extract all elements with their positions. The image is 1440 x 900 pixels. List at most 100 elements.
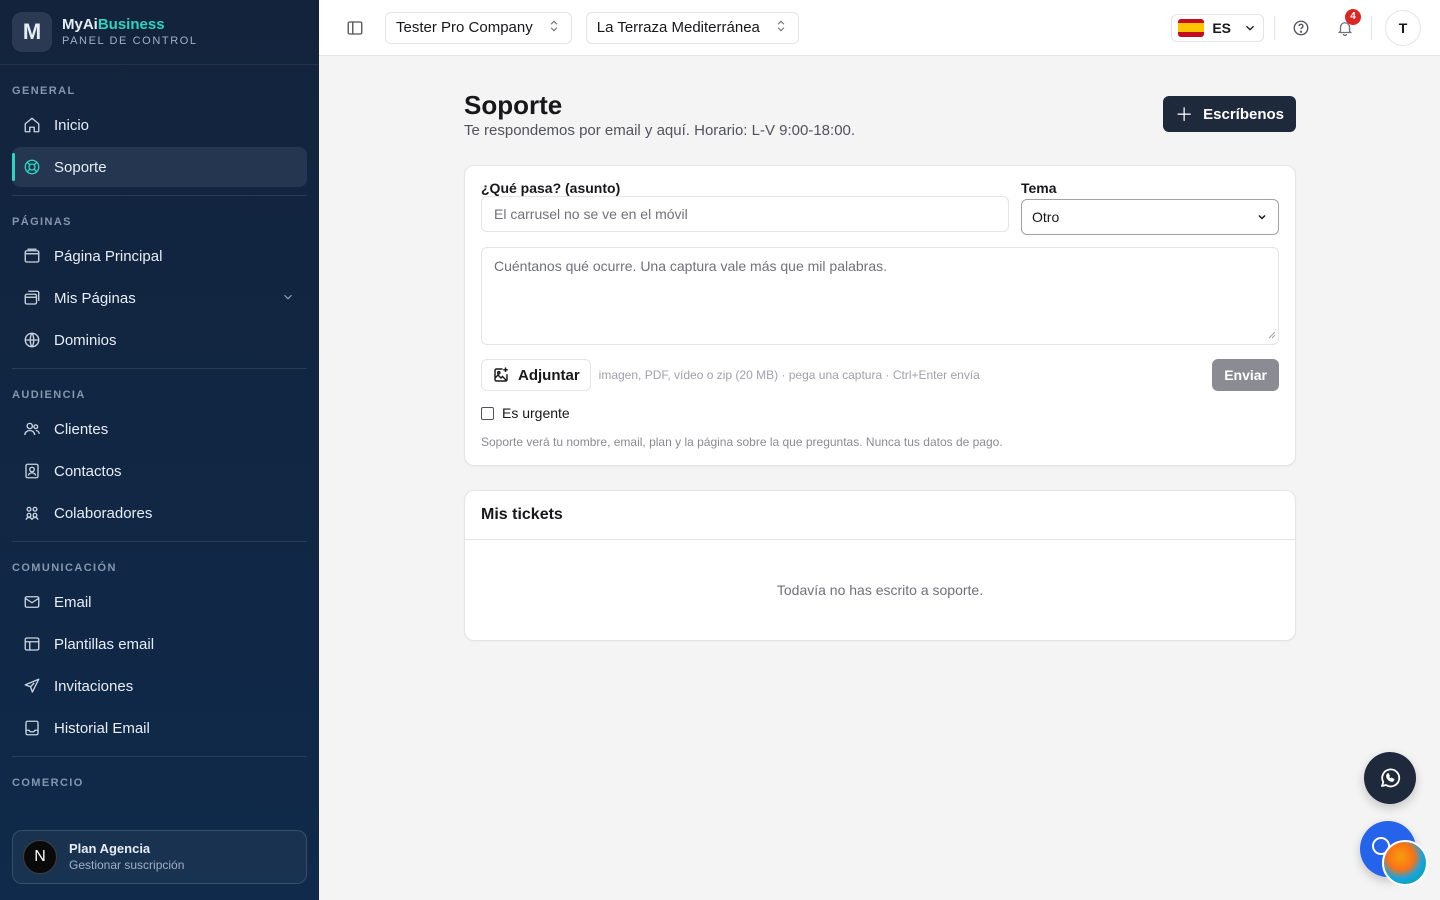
sidebar-item-label: Contactos: [54, 462, 122, 480]
language-code: ES: [1212, 19, 1231, 36]
section-title-paginas: PÁGINAS: [12, 216, 72, 228]
sidebar-item-clientes[interactable]: Clientes: [12, 409, 307, 449]
language-selector[interactable]: ES: [1171, 13, 1264, 42]
sidebar-nav: GENERAL Inicio Soporte PÁGINAS Página Pr…: [0, 65, 319, 795]
page-subtitle: Te respondemos por email y aquí. Horario…: [464, 122, 856, 139]
subject-group: ¿Qué pasa? (asunto) El carrusel no se ve…: [481, 180, 1009, 235]
user-avatar[interactable]: T: [1386, 10, 1420, 45]
plan-name: Plan Agencia: [69, 841, 151, 856]
topbar: Tester Pro Company La Terraza Mediterrán…: [319, 0, 1440, 56]
chevron-down-icon[interactable]: [281, 290, 295, 308]
template-icon: [22, 634, 42, 654]
chevron-down-icon: [1256, 211, 1268, 223]
main-content: Soporte Te respondemos por email y aquí.…: [464, 56, 1296, 641]
sidebar-item-label: Página Principal: [54, 247, 163, 265]
page-heading: Soporte Te respondemos por email y aquí.…: [464, 90, 855, 139]
sidebar-item-label: Historial Email: [54, 719, 150, 737]
plan-avatar: N: [23, 840, 57, 874]
sidebar-item-label: Email: [54, 593, 92, 611]
sidebar-item-plantillas-email[interactable]: Plantillas email: [12, 624, 307, 664]
sidebar-item-inicio[interactable]: Inicio: [12, 105, 307, 145]
sidebar-item-label: Plantillas email: [54, 635, 155, 653]
notifications-button[interactable]: 4: [1329, 8, 1361, 44]
plus-icon: ＋: [1175, 105, 1194, 125]
pages-icon: [22, 288, 42, 308]
page-title: Soporte: [464, 90, 563, 120]
whatsapp-icon: [1378, 766, 1402, 790]
urgent-checkbox[interactable]: [481, 406, 494, 420]
message-placeholder: Cuéntanos qué ocurre. Una captura vale m…: [494, 258, 887, 274]
inbox-icon: [22, 718, 42, 738]
plan-card[interactable]: N Plan Agencia Gestionar suscripción: [12, 830, 307, 884]
topic-select[interactable]: Otro: [1021, 199, 1279, 235]
site-selector[interactable]: La Terraza Mediterránea: [585, 11, 799, 44]
lifebuoy-icon: [22, 157, 42, 177]
attach-row: Adjuntar imagen, PDF, vídeo o zip (20 MB…: [481, 359, 1279, 391]
chat-agent-avatar[interactable]: [1382, 840, 1428, 886]
section-title-audiencia: AUDIENCIA: [12, 389, 86, 401]
help-icon[interactable]: [1285, 12, 1317, 44]
urgent-row: Es urgente: [481, 405, 1279, 421]
send-icon: [22, 676, 42, 696]
brand-logo: M: [12, 12, 52, 52]
company-selector[interactable]: Tester Pro Company: [385, 11, 572, 44]
topic-select-value: Otro: [1032, 209, 1060, 225]
topic-group: Tema Otro: [1021, 180, 1279, 235]
support-form: ¿Qué pasa? (asunto) El carrusel no se ve…: [464, 165, 1296, 466]
attach-hint: imagen, PDF, vídeo o zip (20 MB) · pega …: [598, 368, 980, 382]
sidebar-toggle-icon[interactable]: [339, 12, 371, 44]
notification-badge: 4: [1345, 8, 1361, 25]
sidebar-item-contactos[interactable]: Contactos: [12, 451, 307, 491]
team-icon: [22, 503, 42, 523]
sidebar-item-dominios[interactable]: Dominios: [12, 320, 307, 360]
chevron-up-down-icon: [547, 19, 561, 37]
globe-icon: [22, 330, 42, 350]
attach-label: Adjuntar: [518, 366, 580, 384]
sidebar-item-label: Clientes: [54, 420, 109, 438]
subject-label: ¿Qué pasa? (asunto): [481, 180, 621, 196]
divider: [1371, 15, 1372, 40]
image-plus-icon: [492, 366, 510, 384]
sidebar-item-colaboradores[interactable]: Colaboradores: [12, 493, 307, 533]
section-title-general: GENERAL: [12, 85, 76, 97]
privacy-note: Soporte verá tu nombre, email, plan y la…: [481, 435, 1003, 449]
sidebar-item-historial-email[interactable]: Historial Email: [12, 708, 307, 748]
sidebar-item-label: Soporte: [54, 158, 107, 176]
brand-name: MyAiBusiness: [62, 16, 198, 34]
contact-book-icon: [22, 461, 42, 481]
sidebar-item-soporte[interactable]: Soporte: [12, 147, 307, 187]
urgent-label[interactable]: Es urgente: [502, 405, 570, 421]
subject-input[interactable]: El carrusel no se ve en el móvil: [481, 196, 1009, 232]
brand-name-part2: Business: [97, 16, 165, 33]
sidebar-item-email[interactable]: Email: [12, 582, 307, 622]
sidebar-item-invitaciones[interactable]: Invitaciones: [12, 666, 307, 706]
section-title-comunicacion: COMUNICACIÓN: [12, 562, 117, 574]
brand-name-part1: MyAi: [62, 16, 98, 33]
resize-grip-icon[interactable]: [1266, 326, 1276, 342]
sidebar-item-label: Inicio: [54, 116, 90, 134]
brand[interactable]: M MyAiBusiness PANEL DE CONTROL: [0, 0, 319, 65]
write-to-us-label: Escríbenos: [1203, 105, 1284, 123]
message-textarea[interactable]: Cuéntanos qué ocurre. Una captura vale m…: [481, 247, 1279, 345]
sidebar-item-label: Dominios: [54, 331, 117, 349]
form-row: ¿Qué pasa? (asunto) El carrusel no se ve…: [481, 180, 1279, 235]
spain-flag-icon: [1178, 18, 1205, 37]
page-header: Soporte Te respondemos por email y aquí.…: [464, 90, 1296, 139]
sidebar-item-pagina-principal[interactable]: Página Principal: [12, 236, 307, 276]
whatsapp-button[interactable]: [1364, 752, 1416, 804]
section-title-comercio: COMERCIO: [12, 777, 84, 789]
users-icon: [22, 419, 42, 439]
attach-button[interactable]: Adjuntar: [481, 359, 591, 391]
sidebar-item-label: Mis Páginas: [54, 289, 136, 307]
send-button[interactable]: Enviar: [1212, 359, 1279, 391]
tickets-card: Mis tickets Todavía no has escrito a sop…: [464, 490, 1296, 641]
brand-subtitle: PANEL DE CONTROL: [62, 35, 198, 47]
company-selector-label: Tester Pro Company: [396, 19, 533, 36]
sidebar: M MyAiBusiness PANEL DE CONTROL GENERAL …: [0, 0, 319, 900]
site-selector-label: La Terraza Mediterránea: [596, 19, 760, 36]
sidebar-item-label: Colaboradores: [54, 504, 153, 522]
chevron-down-icon: [1243, 21, 1257, 35]
topic-label: Tema: [1021, 180, 1057, 196]
write-to-us-button[interactable]: ＋ Escríbenos: [1163, 96, 1296, 132]
sidebar-item-mis-paginas[interactable]: Mis Páginas: [12, 278, 307, 318]
